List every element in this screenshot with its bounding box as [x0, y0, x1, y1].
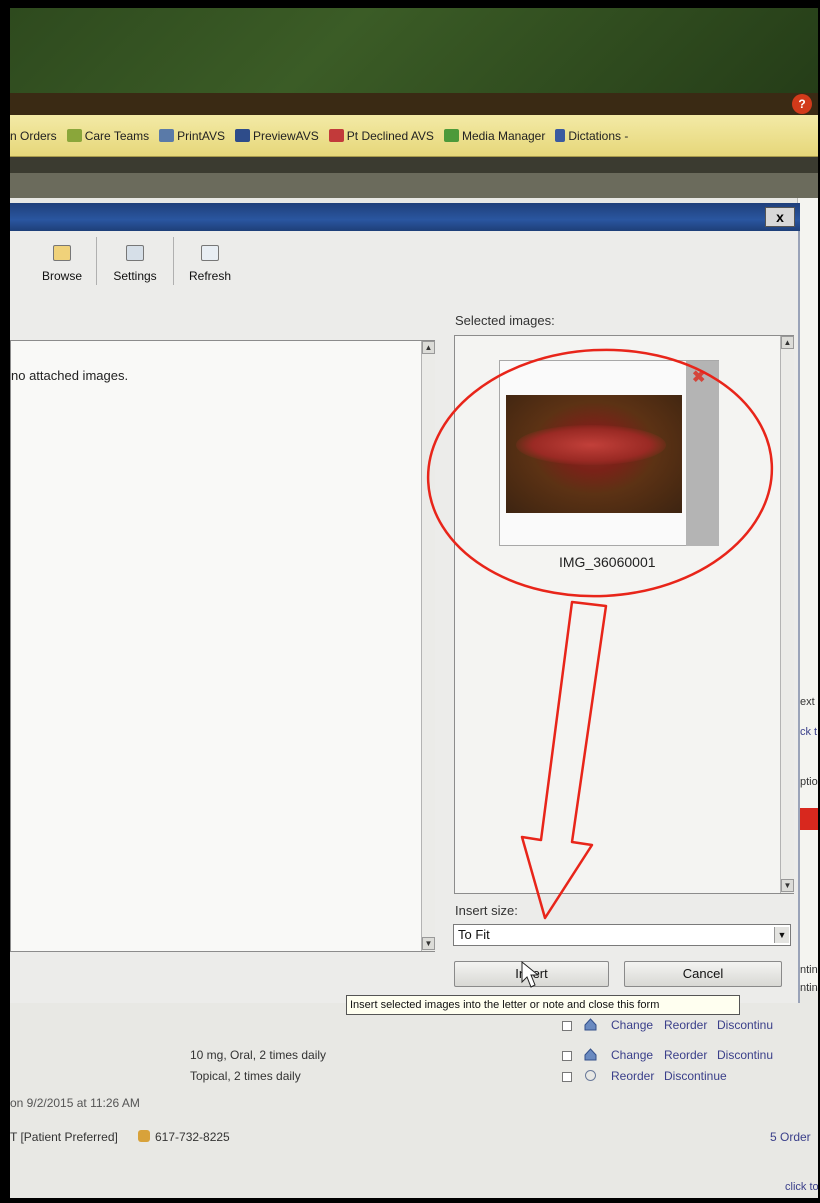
reorder-link[interactable]: Reorder: [664, 1018, 707, 1032]
med-sig: Topical, 2 times daily: [190, 1069, 301, 1083]
settings-label: Settings: [113, 269, 157, 283]
insert-size-value: To Fit: [458, 927, 490, 942]
row-checkbox[interactable]: [562, 1021, 572, 1031]
image-thumbnail: [506, 395, 682, 513]
selected-images-label: Selected images:: [455, 313, 555, 328]
refresh-label: Refresh: [188, 269, 232, 283]
change-link[interactable]: Change: [611, 1018, 653, 1032]
refresh-icon: [201, 245, 219, 261]
declined-icon: [328, 129, 344, 142]
preview-icon: [234, 129, 250, 142]
thumbnail-photo-detail: [516, 425, 666, 465]
alert-bar: [798, 808, 818, 830]
edge-fragment: ntin: [800, 982, 818, 994]
secondary-toolbar: [10, 173, 818, 198]
scroll-up-button[interactable]: ▲: [781, 336, 794, 349]
thumbnail-sidebar: [686, 361, 719, 546]
scroll-up-button[interactable]: ▲: [422, 341, 435, 354]
edge-fragment: ntin: [800, 964, 818, 976]
browse-label: Browse: [41, 269, 82, 283]
remove-image-icon[interactable]: ✖: [692, 367, 705, 387]
order-link[interactable]: 5 Order: [770, 1130, 811, 1144]
row-checkbox[interactable]: [562, 1072, 572, 1082]
browse-button[interactable]: Browse: [32, 237, 92, 289]
edge-fragment[interactable]: ck t: [800, 726, 817, 738]
toolbar-item-orders[interactable]: n Orders: [10, 129, 57, 143]
toolbar-item-label: PreviewAVS: [252, 128, 319, 143]
settings-button[interactable]: Settings: [102, 237, 168, 289]
right-scrollbar[interactable]: ▲ ▼: [780, 336, 794, 893]
reorder-link[interactable]: Reorder: [664, 1048, 707, 1062]
discontinue-link[interactable]: Discontinu: [717, 1048, 773, 1062]
toolbar-separator: [96, 237, 97, 285]
row-checkbox[interactable]: [562, 1051, 572, 1061]
right-edge-panel: ext ck t ptio ntin ntin: [797, 198, 818, 994]
click-to-link[interactable]: click to: [785, 1181, 818, 1193]
main-toolbar: n Orders Care Teams PrintAVS PreviewAVS …: [10, 115, 818, 157]
desktop-background: [10, 8, 818, 93]
empty-message: no attached images.: [11, 368, 129, 383]
selected-images-panel: ✖ IMG_36060001 ▲ ▼: [454, 335, 794, 894]
dictations-icon: [555, 129, 566, 142]
phone-label: T [Patient Preferred]: [10, 1130, 118, 1144]
scroll-down-button[interactable]: ▼: [781, 879, 794, 892]
attached-images-panel: no attached images. ▲ ▼: [10, 340, 435, 952]
app-header-bar: [10, 93, 818, 115]
toolbar-item-dictations[interactable]: Dictations -: [555, 129, 628, 143]
toolbar-item-label: Care Teams: [84, 128, 150, 143]
insert-button[interactable]: Insert: [454, 961, 609, 987]
insert-image-dialog: x Browse Settings Refresh no attached im…: [10, 203, 800, 1003]
toolbar-separator: [173, 237, 174, 285]
insert-size-label: Insert size:: [455, 903, 518, 918]
toolbar-item-label: PrintAVS: [177, 128, 225, 143]
toolbar-item-media-manager[interactable]: Media Manager: [443, 128, 546, 143]
insert-size-select[interactable]: To Fit ▼: [453, 924, 791, 946]
house-icon: [584, 1048, 597, 1061]
care-teams-icon: [66, 129, 82, 142]
folder-icon: [53, 245, 71, 261]
toolbar-item-care-teams[interactable]: Care Teams: [66, 128, 150, 143]
left-scrollbar[interactable]: ▲ ▼: [421, 341, 435, 951]
change-link[interactable]: Change: [611, 1048, 653, 1062]
toolbar-item-label: Media Manager: [461, 128, 546, 143]
edge-fragment: ptio: [800, 776, 818, 788]
toolbar-item-label: n Orders: [10, 128, 57, 143]
image-thumbnail-card[interactable]: ✖: [499, 360, 719, 546]
insert-tooltip: Insert selected images into the letter o…: [346, 995, 740, 1015]
settings-icon: [126, 245, 144, 261]
media-manager-icon: [443, 129, 459, 142]
close-button[interactable]: x: [765, 207, 795, 227]
discontinue-link[interactable]: Discontinue: [664, 1069, 727, 1083]
image-filename: IMG_36060001: [559, 554, 656, 570]
patient-phone-row: T [Patient Preferred] 617-732-8225: [10, 1130, 230, 1144]
toolbar-item-pt-declined-avs[interactable]: Pt Declined AVS: [328, 128, 434, 143]
reorder-link[interactable]: Reorder: [611, 1069, 654, 1083]
house-icon: [584, 1018, 597, 1031]
phone-number: 617-732-8225: [155, 1130, 230, 1144]
scroll-down-button[interactable]: ▼: [422, 937, 435, 950]
toolbar-item-label: Pt Declined AVS: [346, 128, 434, 143]
note-timestamp: on 9/2/2015 at 11:26 AM: [10, 1096, 140, 1110]
med-sig: 10 mg, Oral, 2 times daily: [190, 1048, 327, 1062]
toolbar-item-preview-avs[interactable]: PreviewAVS: [234, 128, 319, 143]
pill-icon: [584, 1069, 597, 1082]
refresh-button[interactable]: Refresh: [178, 237, 242, 289]
chevron-down-icon[interactable]: ▼: [774, 927, 789, 943]
screen: ? n Orders Care Teams PrintAVS PreviewAV…: [10, 8, 818, 1198]
help-icon[interactable]: ?: [792, 94, 812, 114]
cancel-button[interactable]: Cancel: [624, 961, 782, 987]
dialog-titlebar: [10, 203, 800, 231]
phone-icon: [138, 1130, 150, 1142]
discontinue-link[interactable]: Discontinu: [717, 1018, 773, 1032]
print-icon: [159, 129, 175, 142]
toolbar-item-print-avs[interactable]: PrintAVS: [159, 129, 225, 143]
toolbar-item-label: Dictations -: [568, 128, 629, 143]
edge-fragment: ext: [800, 696, 815, 708]
